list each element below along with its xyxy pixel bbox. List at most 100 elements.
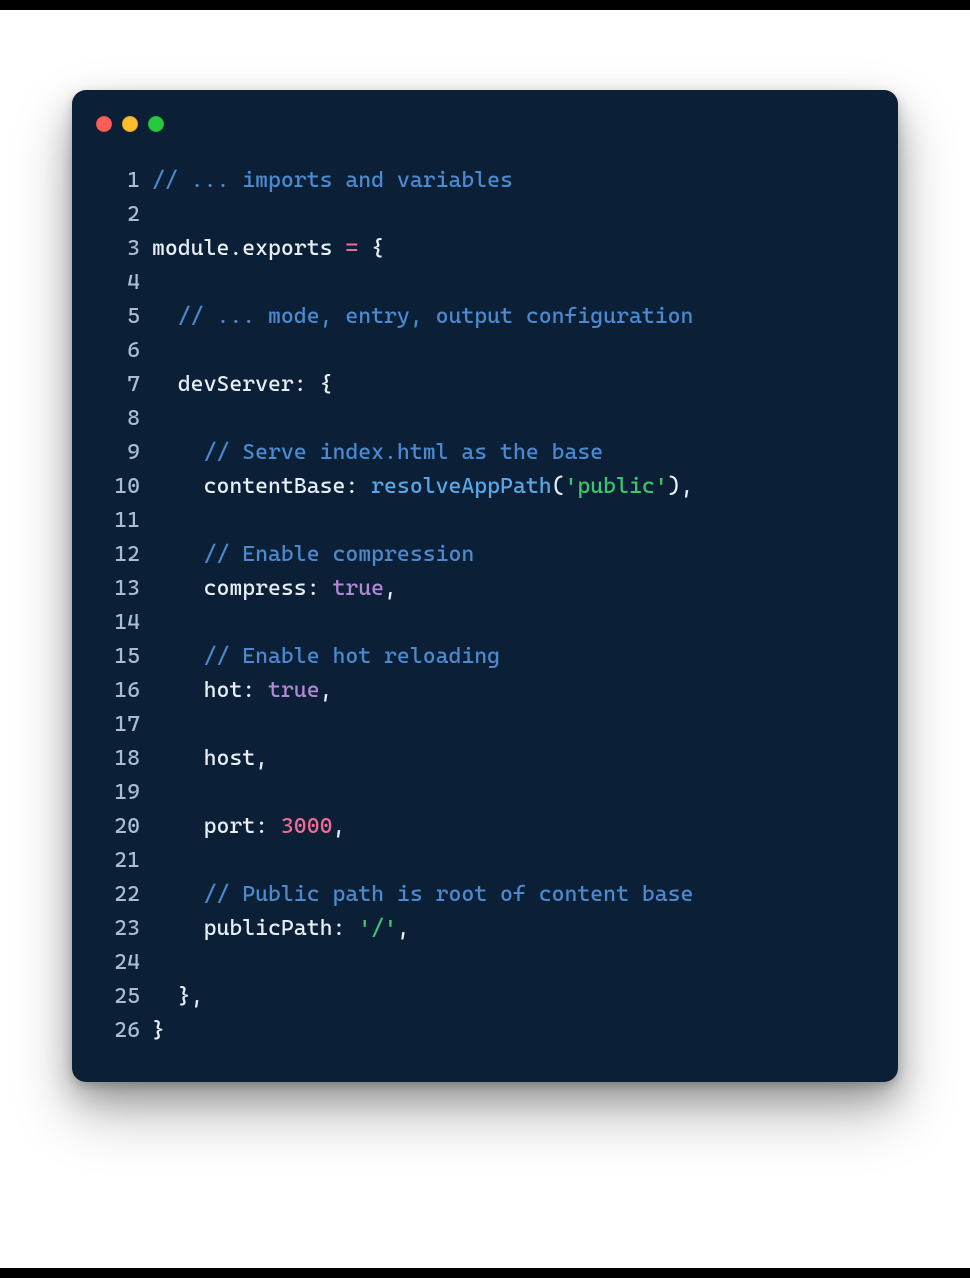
code-content: // Enable compression <box>152 538 474 572</box>
indent-token <box>152 984 178 1009</box>
key-token: contentBase <box>204 474 346 499</box>
code-content: // Enable hot reloading <box>152 640 500 674</box>
code-content: host, <box>152 742 268 776</box>
window-minimize-icon[interactable] <box>122 116 138 132</box>
line-number: 23 <box>94 912 152 946</box>
code-content: }, <box>152 980 204 1014</box>
space-token <box>320 576 333 601</box>
keyword-token: true <box>332 576 384 601</box>
line-number: 9 <box>94 436 152 470</box>
brace-token: { <box>371 236 384 261</box>
code-line: 10 contentBase: resolveAppPath('public')… <box>94 470 876 504</box>
code-line: 21 <box>94 844 876 878</box>
string-token: '/' <box>358 916 397 941</box>
line-number: 11 <box>94 504 152 538</box>
punct-token: : <box>255 814 268 839</box>
operator-token: = <box>345 236 358 261</box>
indent-token <box>152 644 204 669</box>
line-number: 4 <box>94 266 152 300</box>
indent-token <box>152 372 178 397</box>
space-token <box>332 236 345 261</box>
indent-token <box>152 882 204 907</box>
code-line: 12 // Enable compression <box>94 538 876 572</box>
code-line: 26 } <box>94 1014 876 1048</box>
space-token <box>358 474 371 499</box>
punct-token: , <box>397 916 410 941</box>
string-token: 'public' <box>565 474 668 499</box>
key-token: hot <box>204 678 243 703</box>
black-bar-top <box>0 0 970 10</box>
line-number: 5 <box>94 300 152 334</box>
code-content: port: 3000, <box>152 810 345 844</box>
code-line: 11 <box>94 504 876 538</box>
window-zoom-icon[interactable] <box>148 116 164 132</box>
line-number: 12 <box>94 538 152 572</box>
black-bar-bottom <box>0 1268 970 1278</box>
comment-token: // Enable hot reloading <box>204 644 500 669</box>
code-line: 23 publicPath: '/', <box>94 912 876 946</box>
punct-token: , <box>332 814 345 839</box>
code-line: 25 }, <box>94 980 876 1014</box>
code-line: 7 devServer: { <box>94 368 876 402</box>
punct-token: , <box>384 576 397 601</box>
indent-token <box>152 304 178 329</box>
code-line: 1 // ... imports and variables <box>94 164 876 198</box>
code-line: 13 compress: true, <box>94 572 876 606</box>
space-token <box>255 678 268 703</box>
line-number: 17 <box>94 708 152 742</box>
indent-token <box>152 814 204 839</box>
line-number: 3 <box>94 232 152 266</box>
paren-token: ) <box>668 474 681 499</box>
code-line: 9 // Serve index.html as the base <box>94 436 876 470</box>
stage: 1 // ... imports and variables 2 3 modul… <box>0 0 970 1278</box>
code-line: 17 <box>94 708 876 742</box>
punct-token: , <box>681 474 694 499</box>
key-token: host <box>204 746 256 771</box>
code-content: devServer: { <box>152 368 332 402</box>
key-token: devServer <box>178 372 294 397</box>
line-number: 21 <box>94 844 152 878</box>
punct-token: : <box>345 474 358 499</box>
line-number: 14 <box>94 606 152 640</box>
brace-token: { <box>320 372 333 397</box>
indent-token <box>152 542 204 567</box>
punct-token: : <box>294 372 307 397</box>
line-number: 18 <box>94 742 152 776</box>
line-number: 10 <box>94 470 152 504</box>
line-number: 16 <box>94 674 152 708</box>
brace-token: } <box>152 1018 165 1043</box>
code-content: compress: true, <box>152 572 397 606</box>
indent-token <box>152 474 204 499</box>
code-window: 1 // ... imports and variables 2 3 modul… <box>72 90 898 1082</box>
code-line: 22 // Public path is root of content bas… <box>94 878 876 912</box>
function-token: resolveAppPath <box>371 474 551 499</box>
indent-token <box>152 678 204 703</box>
code-content: publicPath: '/', <box>152 912 410 946</box>
line-number: 6 <box>94 334 152 368</box>
paren-token: ( <box>552 474 565 499</box>
code-content: // Public path is root of content base <box>152 878 693 912</box>
code-line: 18 host, <box>94 742 876 776</box>
comment-token: // Serve index.html as the base <box>204 440 604 465</box>
code-content: // ... imports and variables <box>152 164 513 198</box>
code-line: 16 hot: true, <box>94 674 876 708</box>
code-content: module.exports = { <box>152 232 384 266</box>
punct-token: , <box>191 984 204 1009</box>
key-token: publicPath <box>204 916 333 941</box>
window-close-icon[interactable] <box>96 116 112 132</box>
punct-token: : <box>307 576 320 601</box>
code-line: 5 // ... mode, entry, output configurati… <box>94 300 876 334</box>
line-number: 13 <box>94 572 152 606</box>
code-line: 3 module.exports = { <box>94 232 876 266</box>
keyword-token: true <box>268 678 320 703</box>
indent-token <box>152 440 204 465</box>
key-token: port <box>204 814 256 839</box>
line-number: 19 <box>94 776 152 810</box>
code-line: 14 <box>94 606 876 640</box>
line-number: 20 <box>94 810 152 844</box>
code-editor: 1 // ... imports and variables 2 3 modul… <box>94 150 876 1048</box>
space-token <box>358 236 371 261</box>
code-line: 6 <box>94 334 876 368</box>
line-number: 24 <box>94 946 152 980</box>
code-line: 20 port: 3000, <box>94 810 876 844</box>
